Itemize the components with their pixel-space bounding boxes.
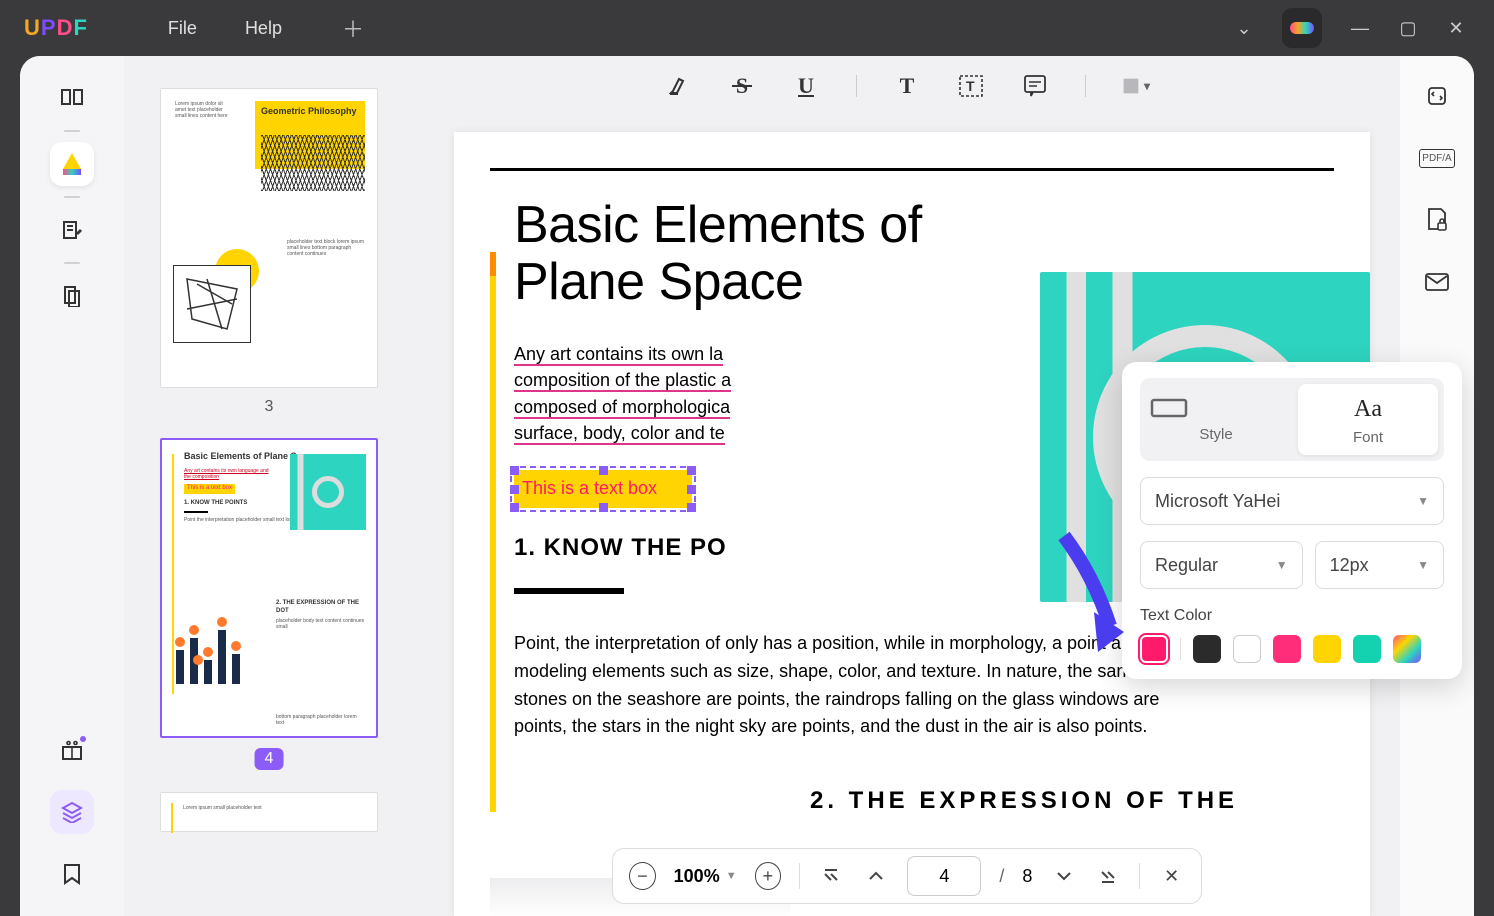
maximize-button[interactable]: ▢ xyxy=(1398,18,1418,38)
tab-font[interactable]: Aa Font xyxy=(1298,384,1438,455)
zoom-in-button[interactable]: + xyxy=(755,862,782,890)
color-swatches xyxy=(1140,635,1444,663)
text-tool[interactable]: T xyxy=(893,72,921,100)
app-logo: UPDF xyxy=(24,15,88,41)
color-yellow[interactable] xyxy=(1313,635,1341,663)
close-nav-button[interactable]: ✕ xyxy=(1158,862,1185,890)
next-page-button[interactable] xyxy=(1050,862,1077,890)
reader-tool[interactable] xyxy=(50,76,94,120)
color-white[interactable] xyxy=(1233,635,1261,663)
layers-icon[interactable] xyxy=(50,790,94,834)
minimize-button[interactable]: — xyxy=(1350,18,1370,38)
close-button[interactable]: ✕ xyxy=(1446,18,1466,38)
font-weight-select[interactable]: Regular▼ xyxy=(1140,541,1303,589)
thumbnail-3[interactable]: Geometric Philosophy Lorem ipsum dolor s… xyxy=(160,88,378,388)
zoom-out-button[interactable]: − xyxy=(629,862,656,890)
page-nav-bar: − 100%▼ + 4 / 8 ✕ xyxy=(612,848,1202,904)
subheading-2: 2. THE EXPRESSION OF THE xyxy=(810,787,1334,815)
thumbnails-panel: Geometric Philosophy Lorem ipsum dolor s… xyxy=(124,56,414,916)
title-bar: UPDF File Help ＋ ⌄ — ▢ ✕ xyxy=(0,0,1494,56)
annotate-toolbar: S U T T ▾ xyxy=(414,56,1400,116)
color-dark[interactable] xyxy=(1193,635,1221,663)
dropdown-icon[interactable]: ⌄ xyxy=(1234,18,1254,38)
last-page-button[interactable] xyxy=(1095,862,1122,890)
color-magenta[interactable] xyxy=(1140,635,1168,663)
content-area: S U T T ▾ Basic Elements ofPlane Space A… xyxy=(414,56,1400,916)
svg-text:T: T xyxy=(966,78,975,94)
font-size-select[interactable]: 12px▼ xyxy=(1315,541,1444,589)
thumb-3-number: 3 xyxy=(160,398,378,416)
color-teal[interactable] xyxy=(1353,635,1381,663)
menu-help[interactable]: Help xyxy=(245,18,282,39)
font-family-select[interactable]: Microsoft YaHei▼ xyxy=(1140,477,1444,525)
pdfa-icon[interactable]: PDF/A xyxy=(1421,142,1453,174)
style-icon xyxy=(1150,396,1282,420)
page-sep: / xyxy=(999,866,1004,887)
color-rainbow[interactable] xyxy=(1393,635,1421,663)
text-box-selected[interactable]: This is a text box xyxy=(514,470,692,508)
note-tool[interactable] xyxy=(1021,72,1049,100)
pages-tool[interactable] xyxy=(50,274,94,318)
lock-file-icon[interactable] xyxy=(1421,204,1453,236)
left-rail xyxy=(20,56,124,916)
strikethrough-tool[interactable]: S xyxy=(728,72,756,100)
zoom-level[interactable]: 100%▼ xyxy=(674,866,737,887)
rotate-icon[interactable] xyxy=(1421,80,1453,112)
gift-icon[interactable] xyxy=(50,728,94,772)
thumbnail-5[interactable]: Lorem ipsum small placeholder text xyxy=(160,792,378,832)
bookmark-icon[interactable] xyxy=(50,852,94,896)
annotate-tool[interactable] xyxy=(50,142,94,186)
text-color-label: Text Color xyxy=(1140,607,1444,625)
menu-file[interactable]: File xyxy=(168,18,197,39)
main-frame: PDF/A Geometric Philosophy Lorem ipsum d… xyxy=(20,56,1474,916)
thumb-4-number: 4 xyxy=(255,748,284,770)
color-pink[interactable] xyxy=(1273,635,1301,663)
theme-button[interactable] xyxy=(1282,8,1322,48)
intro-paragraph: Any art contains its own la composition … xyxy=(514,341,944,445)
highlighter-tool[interactable] xyxy=(664,72,692,100)
shape-tool[interactable]: ▾ xyxy=(1122,72,1150,100)
edit-tool[interactable] xyxy=(50,208,94,252)
font-icon: Aa xyxy=(1302,396,1434,423)
first-page-button[interactable] xyxy=(818,862,845,890)
text-properties-popup: Style Aa Font Microsoft YaHei▼ Regular▼ … xyxy=(1122,362,1462,679)
current-page-input[interactable]: 4 xyxy=(907,856,981,896)
divider xyxy=(514,588,624,594)
mail-icon[interactable] xyxy=(1421,266,1453,298)
textbox-tool[interactable]: T xyxy=(957,72,985,100)
total-pages: 8 xyxy=(1022,866,1032,887)
new-tab-button[interactable]: ＋ xyxy=(342,12,364,44)
underline-tool[interactable]: U xyxy=(792,72,820,100)
body-paragraph: Point, the interpretation of only has a … xyxy=(514,630,1214,742)
prev-page-button[interactable] xyxy=(863,862,890,890)
thumbnail-4[interactable]: Basic Elements of Plane Space Any art co… xyxy=(160,438,378,738)
tab-style[interactable]: Style xyxy=(1146,384,1286,455)
